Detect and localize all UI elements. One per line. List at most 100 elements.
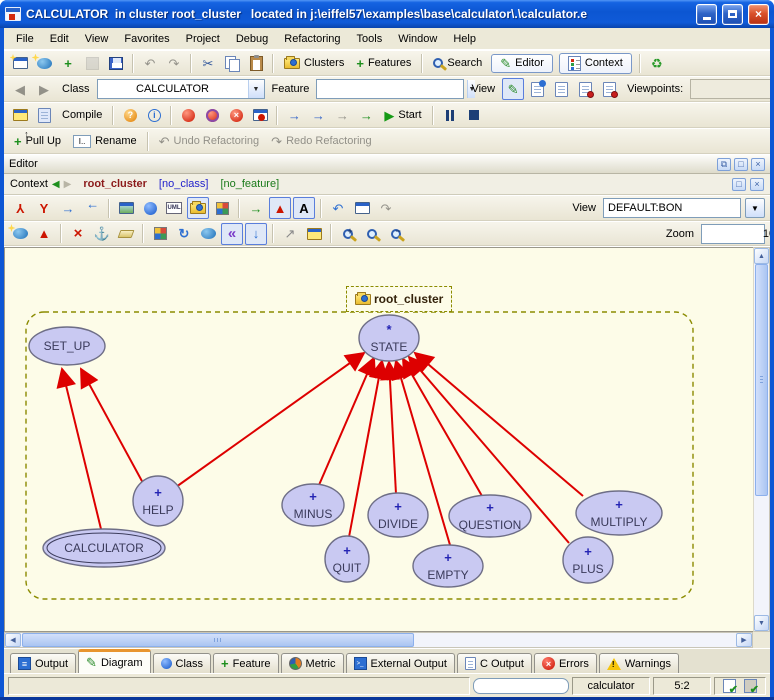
new-class-button[interactable]: [33, 52, 55, 74]
redo-button[interactable]: ↷: [163, 52, 185, 74]
menu-refactoring[interactable]: Refactoring: [276, 30, 348, 48]
class-node-plus[interactable]: +PLUS: [563, 537, 613, 583]
zoom-in-button[interactable]: +: [337, 223, 359, 245]
save-disabled-button[interactable]: [81, 52, 103, 74]
vertical-scroll-track[interactable]: [754, 264, 769, 615]
editor-toggle-button[interactable]: ✎ Editor: [491, 54, 553, 73]
view-editor-button[interactable]: ✎: [502, 78, 524, 100]
diagram-view-input[interactable]: [604, 199, 754, 217]
menu-window[interactable]: Window: [390, 30, 445, 48]
descendants-button[interactable]: Y: [33, 197, 55, 219]
cut-button[interactable]: ✂: [197, 52, 219, 74]
menu-project[interactable]: Project: [178, 30, 228, 48]
show-legend-button[interactable]: [197, 223, 219, 245]
scroll-left-button[interactable]: ◀: [5, 633, 21, 647]
bon-view-button[interactable]: [139, 197, 161, 219]
compile-query-button[interactable]: ?: [119, 104, 141, 126]
redo-refactoring-button[interactable]: ↷ Redo Refactoring: [266, 133, 377, 150]
class-combo-dropdown[interactable]: ▼: [248, 80, 264, 98]
menu-view[interactable]: View: [77, 30, 117, 48]
class-node-multiply[interactable]: +MULTIPLY: [576, 491, 662, 535]
inheritance-link-minus-to-state[interactable]: [319, 358, 374, 485]
scroll-down-button[interactable]: ▼: [754, 615, 769, 631]
inheritance-link-help-to-set_up[interactable]: [81, 369, 143, 483]
diagram-redo-button[interactable]: ↷: [375, 197, 397, 219]
scroll-right-button[interactable]: ▶: [736, 633, 752, 647]
paste-button[interactable]: [245, 52, 267, 74]
horizontal-scroll-track[interactable]: [21, 633, 736, 647]
stop-button[interactable]: [463, 104, 485, 126]
menu-debug[interactable]: Debug: [228, 30, 276, 48]
toggle-colors-button[interactable]: [149, 223, 171, 245]
undo-button[interactable]: ↶: [139, 52, 161, 74]
undock-pane-button[interactable]: ⧉: [717, 158, 731, 171]
save-all-button[interactable]: [105, 52, 127, 74]
rotate-button[interactable]: ↻: [173, 223, 195, 245]
menu-help[interactable]: Help: [445, 30, 484, 48]
project-info-button[interactable]: i: [143, 104, 165, 126]
search-button[interactable]: Search: [428, 55, 487, 71]
pause-button[interactable]: [439, 104, 461, 126]
tab-diagram[interactable]: ✎ Diagram: [78, 649, 150, 673]
compile-button[interactable]: [33, 104, 55, 126]
close-pane-button[interactable]: ×: [751, 158, 765, 171]
view-flat-contract-button[interactable]: [598, 78, 620, 100]
debug-run-ignore-button[interactable]: [201, 104, 223, 126]
close-context-button[interactable]: ×: [750, 178, 764, 191]
step-out-button[interactable]: →: [331, 104, 353, 126]
step-into-button[interactable]: →: [283, 104, 305, 126]
undo-refactoring-button[interactable]: ↶ Undo Refactoring: [154, 133, 265, 150]
new-window-button[interactable]: [9, 52, 31, 74]
inheritance-link-tool-button[interactable]: ▲: [269, 197, 291, 219]
rename-button[interactable]: I.. Rename: [68, 133, 142, 150]
tab-c-output[interactable]: C Output: [457, 653, 532, 673]
erase-button[interactable]: [115, 223, 137, 245]
maximize-context-button[interactable]: □: [732, 178, 746, 191]
class-node-quit[interactable]: +QUIT: [325, 536, 369, 582]
diagram-view-dropdown-button[interactable]: ▼: [745, 198, 765, 218]
cluster-tab[interactable]: root_cluster: [346, 286, 452, 312]
step-over-button[interactable]: →: [307, 104, 329, 126]
minimize-button[interactable]: [696, 4, 717, 25]
project-settings-button[interactable]: [9, 104, 31, 126]
zoom-out-button[interactable]: −: [385, 223, 407, 245]
uml-view-button[interactable]: UML: [163, 197, 185, 219]
history-back-button[interactable]: ◀: [9, 78, 31, 100]
suppliers-button[interactable]: →: [57, 197, 79, 219]
sort-layout-button[interactable]: ↓: [245, 223, 267, 245]
debug-run-button[interactable]: [177, 104, 199, 126]
menu-tools[interactable]: Tools: [349, 30, 391, 48]
viewpoints-combo[interactable]: ▼: [690, 79, 770, 99]
menu-file[interactable]: File: [8, 30, 42, 48]
horizontal-scroll-thumb[interactable]: [22, 633, 414, 647]
zoom-combo[interactable]: ▼: [701, 224, 765, 244]
class-node-help[interactable]: +HELP: [133, 476, 183, 526]
maximize-button[interactable]: [722, 4, 743, 25]
class-node-set_up[interactable]: SET_UP: [29, 327, 105, 365]
scroll-up-button[interactable]: ▲: [754, 248, 769, 264]
new-inheritance-tool-button[interactable]: ▲: [33, 223, 55, 245]
history-forward-button[interactable]: ▶: [33, 78, 55, 100]
class-node-state[interactable]: *STATE: [359, 315, 419, 361]
clients-button[interactable]: →: [81, 197, 103, 219]
add-item-button[interactable]: +: [57, 52, 79, 74]
menu-favorites[interactable]: Favorites: [116, 30, 177, 48]
context-toggle-button[interactable]: Context: [559, 53, 632, 74]
tab-external-output[interactable]: >_ External Output: [346, 653, 455, 673]
start-button[interactable]: ▶ Start: [379, 107, 426, 124]
features-button[interactable]: + Features: [351, 55, 416, 72]
cluster-view-button[interactable]: [187, 197, 209, 219]
copy-button[interactable]: [221, 52, 243, 74]
fit-to-screen-button[interactable]: [361, 223, 383, 245]
inheritance-link-help-to-state[interactable]: [176, 353, 364, 487]
vertical-scroll-thumb[interactable]: [755, 264, 768, 496]
tab-warnings[interactable]: ! Warnings: [599, 653, 679, 673]
run-to-cursor-button[interactable]: →: [355, 104, 377, 126]
class-node-calculator[interactable]: CALCULATOR: [43, 529, 165, 567]
clusters-button[interactable]: Clusters: [279, 55, 349, 71]
ancestors-button[interactable]: Y: [9, 197, 31, 219]
class-node-empty[interactable]: +EMPTY: [413, 545, 483, 587]
horizontal-scrollbar[interactable]: ◀ ▶: [4, 632, 753, 648]
link-anchor-button[interactable]: ↗: [279, 223, 301, 245]
maximize-pane-button[interactable]: □: [734, 158, 748, 171]
